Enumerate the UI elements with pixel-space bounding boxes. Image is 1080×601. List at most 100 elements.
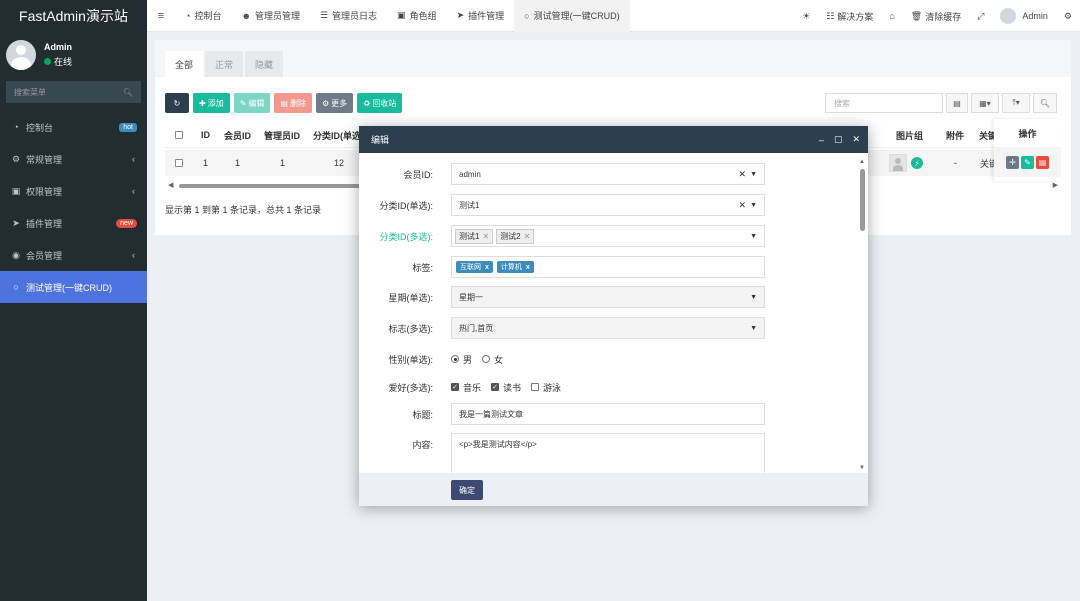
tags-label: 标签:	[412, 262, 433, 273]
gender-radio-male[interactable]: 男	[451, 353, 472, 366]
trash-icon: 🗑︎	[910, 10, 923, 21]
member-id-select[interactable]: admin ✕ ▼	[451, 163, 765, 185]
sidebar-item-general[interactable]: ⚙ 常规管理 ‹	[0, 143, 147, 175]
row-edit-button[interactable]: ✎	[1021, 155, 1034, 169]
clear-icon[interactable]: ✕	[738, 200, 746, 211]
sidebar-item-auth[interactable]: ▣ 权限管理 ‹	[0, 175, 147, 207]
tab-addon[interactable]: ➤ 插件管理	[447, 0, 515, 32]
select-all-checkbox[interactable]	[175, 122, 183, 148]
col-admin-id[interactable]: 管理员ID	[264, 122, 300, 148]
search-icon[interactable]: 🔍︎	[123, 88, 133, 97]
tab-normal[interactable]: 正常	[205, 51, 244, 77]
close-icon[interactable]: ✕	[852, 134, 860, 145]
tab-admin[interactable]: ☻ 管理员管理	[231, 0, 310, 32]
tags-input[interactable]: 互联网 x 计算机 x	[451, 256, 765, 278]
menu-search-input[interactable]: 搜索菜单 🔍︎	[6, 81, 141, 103]
hobby-checkbox-music[interactable]: ✓ 音乐	[451, 381, 481, 394]
caret-down-icon: ▼	[750, 324, 757, 332]
scroll-thumb[interactable]	[860, 169, 865, 231]
brand-logo[interactable]: FastAdmin演示站	[0, 0, 147, 32]
toolbar: ↻ ✚ 添加 ✎ 编辑 ▤ 删除 ⚙ 更多 ♻ 回收站	[165, 93, 406, 113]
tab-role-group[interactable]: ▣ 角色组	[387, 0, 447, 32]
cog-icon: ⚙	[321, 98, 330, 108]
category-multi-select[interactable]: 测试1 ✕ 测试2 ✕ ▼	[451, 225, 765, 247]
edit-button[interactable]: ✎ 编辑	[233, 93, 271, 113]
recycle-bin-button[interactable]: ♻ 回收站	[357, 93, 403, 113]
plus-icon: ✚	[199, 98, 206, 108]
col-id[interactable]: ID	[201, 122, 210, 148]
refresh-button[interactable]: ↻	[165, 93, 189, 113]
add-button[interactable]: ✚ 添加	[193, 93, 230, 113]
tag-chip[interactable]: 计算机 x	[496, 261, 534, 273]
tab-hidden[interactable]: 隐藏	[245, 51, 284, 77]
flag-select[interactable]: 热门,首页 ▼	[451, 317, 765, 339]
scroll-up-icon[interactable]: ▲	[859, 159, 865, 165]
sidebar-item-test[interactable]: ○ 测试管理(一键CRUD)	[0, 271, 147, 303]
remove-chip-icon[interactable]: ✕	[482, 232, 489, 241]
export-dropdown-icon[interactable]: ⤒▾	[1002, 93, 1030, 113]
remove-tag-icon[interactable]: x	[485, 264, 489, 271]
more-button[interactable]: ⚙ 更多	[315, 93, 354, 113]
col-member-id[interactable]: 会员ID	[224, 122, 251, 148]
dialog-footer: 确定	[359, 473, 868, 506]
user-menu[interactable]: Admin	[992, 8, 1056, 24]
settings-gear-icon[interactable]: ⚙	[1056, 11, 1080, 22]
category-multi-label: 分类ID(多选):	[379, 231, 434, 242]
hobby-checkbox-swimming[interactable]: 游泳	[531, 381, 561, 394]
scroll-down-icon[interactable]: ▼	[859, 465, 865, 471]
columns-grid-icon[interactable]: ▦▾	[971, 93, 999, 113]
sidebar-item-addon[interactable]: ➤ 插件管理 new	[0, 207, 147, 239]
tab-dashboard[interactable]: ◔ 控制台	[175, 0, 231, 32]
sidebar-item-dashboard[interactable]: ◔ 控制台 hot	[0, 111, 147, 143]
scroll-left-icon[interactable]: ◀	[168, 181, 173, 189]
group-icon: ▣	[397, 10, 406, 20]
export-doc-icon[interactable]: ▤	[946, 93, 968, 113]
tag-chip[interactable]: 互联网 x	[456, 261, 493, 273]
fullscreen-icon[interactable]: ⤢	[969, 11, 992, 22]
caret-down-icon: ▼	[750, 293, 757, 301]
hobby-checkbox-reading[interactable]: ✓ 读书	[491, 381, 521, 394]
dialog-body: 会员ID: admin ✕ ▼ 分类ID(单选): 测试1 ✕ ▼ 分类ID(多选): …	[359, 153, 868, 473]
theme-sun-icon[interactable]: ☀	[794, 11, 818, 22]
cell-attachment: -	[954, 158, 957, 168]
scroll-right-icon[interactable]: ▶	[1053, 181, 1058, 189]
title-input[interactable]: 我是一篇测试文章	[451, 403, 765, 425]
category-chip[interactable]: 测试1 ✕	[455, 228, 494, 244]
cell-member-id: 1	[235, 158, 241, 168]
col-category-id[interactable]: 分类ID(单选	[313, 122, 361, 148]
sidebar: FastAdmin演示站 Admin 在线 搜索菜单 🔍︎ ◔ 控制台 hot …	[0, 0, 147, 601]
list-icon: ☰	[319, 10, 329, 20]
minimize-icon[interactable]: –	[819, 135, 824, 145]
maximize-icon[interactable]: ▢	[834, 134, 843, 145]
row-delete-button[interactable]: ▤	[1036, 155, 1049, 169]
image-thumbnail[interactable]	[889, 154, 907, 172]
home-icon[interactable]: ⌂	[881, 11, 902, 21]
content-textarea[interactable]: <p>我是测试内容</p>	[451, 433, 765, 473]
table-search-input[interactable]: 搜索	[825, 93, 943, 113]
clear-icon[interactable]: ✕	[738, 169, 746, 180]
col-images[interactable]: 图片组	[896, 122, 923, 148]
category-single-select[interactable]: 测试1 ✕ ▼	[451, 194, 765, 216]
gender-radio-female[interactable]: 女	[482, 353, 503, 366]
drag-icon[interactable]: ✛	[1006, 155, 1019, 169]
tab-admin-log[interactable]: ☰ 管理员日志	[310, 0, 387, 32]
solutions-link[interactable]: ☷ 解决方案	[818, 10, 881, 23]
operations-column: 操作 ✛ ✎ ▤	[994, 119, 1061, 181]
menu-toggle-icon[interactable]: ≡	[147, 10, 175, 22]
row-checkbox[interactable]	[175, 150, 183, 176]
confirm-button[interactable]: 确定	[451, 480, 483, 500]
col-attachment[interactable]: 附件	[946, 122, 964, 148]
delete-button[interactable]: ▤ 删除	[274, 93, 312, 113]
remove-tag-icon[interactable]: x	[526, 264, 530, 271]
clear-cache-button[interactable]: 🗑︎ 清除缓存	[903, 10, 969, 23]
search-icon[interactable]: 🔍︎	[1033, 93, 1057, 113]
rocket-icon: ➤	[456, 10, 465, 20]
remove-chip-icon[interactable]: ✕	[524, 232, 531, 241]
tab-all[interactable]: 全部	[165, 51, 204, 77]
category-chip[interactable]: 测试2 ✕	[496, 228, 535, 244]
dialog-scrollbar[interactable]: ▲ ▼	[859, 159, 867, 471]
sidebar-item-member[interactable]: ◉ 会员管理 ‹	[0, 239, 147, 271]
week-select[interactable]: 星期一 ▼	[451, 286, 765, 308]
tab-test-crud[interactable]: ○ 测试管理(一键CRUD)	[514, 0, 630, 32]
dialog-header[interactable]: 编辑 – ▢ ✕	[359, 126, 868, 153]
